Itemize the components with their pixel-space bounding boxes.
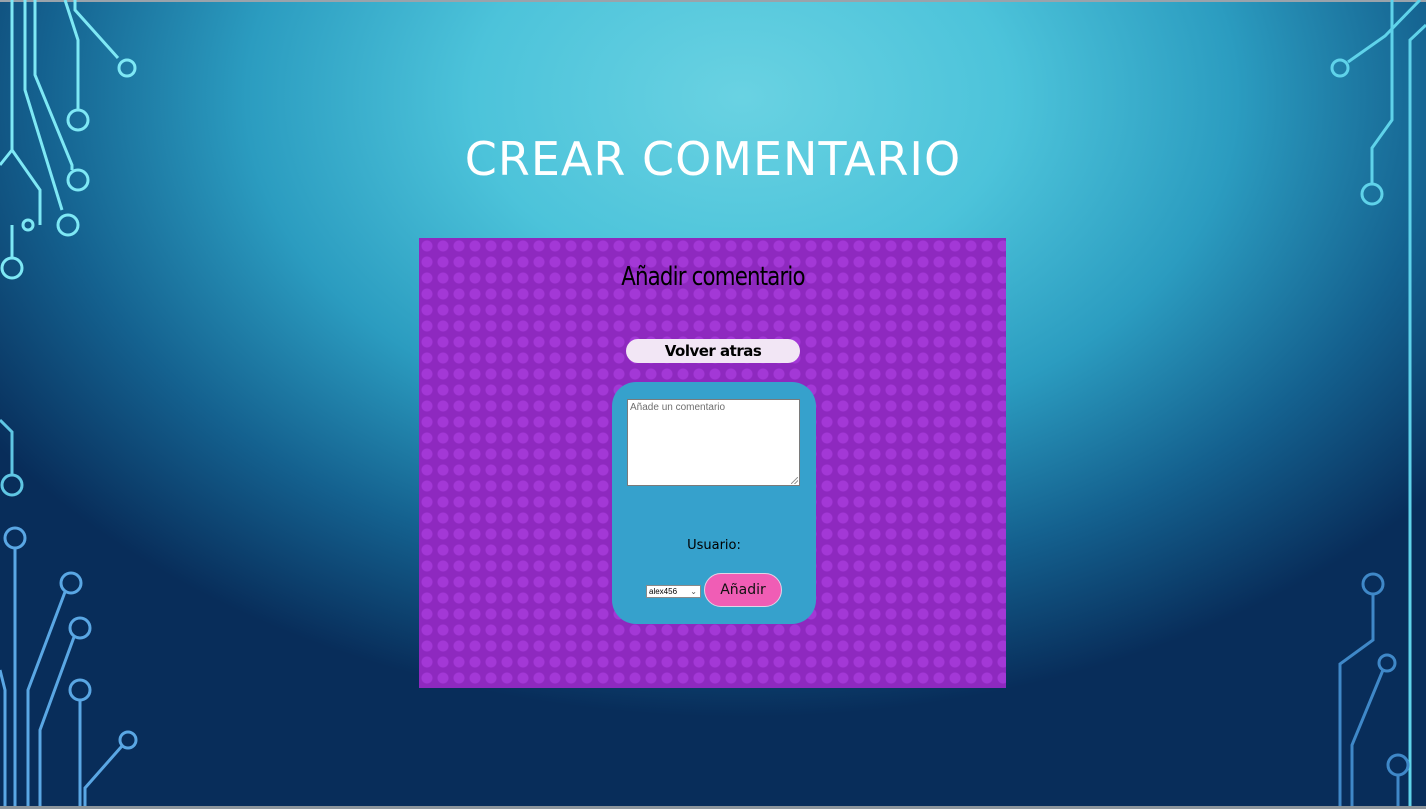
comment-placeholder: Añade un comentario	[630, 402, 726, 413]
chevron-down-icon: ⌄	[690, 587, 697, 596]
user-label: Usuario:	[687, 538, 741, 553]
user-select-value: alex456	[649, 587, 678, 596]
submit-button[interactable]: Añadir	[704, 573, 782, 607]
comment-textarea[interactable]: Añade un comentario	[627, 399, 800, 486]
resize-grip-icon[interactable]	[791, 477, 798, 484]
page-title: Añadir comentario	[621, 262, 805, 292]
user-select[interactable]: alex456 ⌄	[646, 585, 701, 598]
back-button[interactable]: Volver atras	[626, 339, 800, 363]
slide-title: CREAR COMENTARIO	[464, 132, 962, 186]
